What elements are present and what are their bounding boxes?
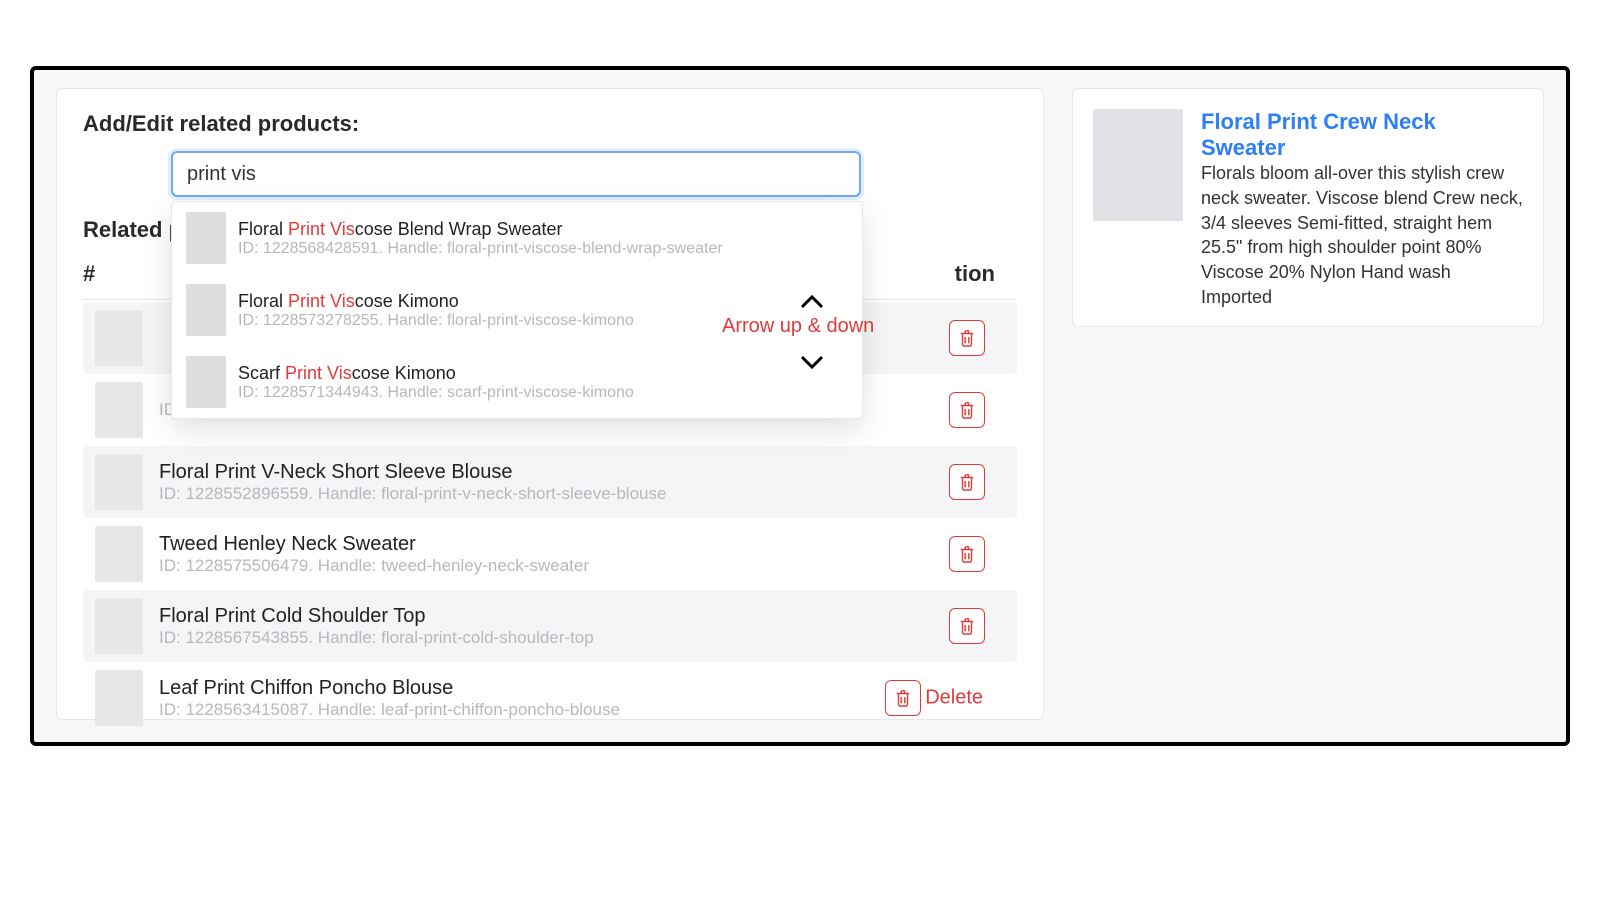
title-post: cose Kimono — [352, 363, 456, 383]
trash-icon — [958, 400, 976, 420]
product-thumb — [186, 284, 226, 336]
autocomplete-item[interactable]: Scarf Print Viscose Kimono ID: 122857134… — [172, 346, 862, 418]
title-pre: Floral — [238, 219, 288, 239]
delete-button[interactable] — [885, 680, 921, 716]
product-info-panel: Floral Print Crew Neck Sweater Florals b… — [1072, 88, 1544, 327]
product-thumb — [95, 526, 143, 582]
delete-button[interactable] — [949, 464, 985, 500]
title-match: Print Vis — [288, 219, 355, 239]
delete-button[interactable] — [949, 608, 985, 644]
product-thumb — [95, 598, 143, 654]
autocomplete-dropdown: Floral Print Viscose Blend Wrap Sweater … — [171, 201, 863, 419]
product-thumb — [95, 382, 143, 438]
search-wrap: Floral Print Viscose Blend Wrap Sweater … — [171, 151, 1017, 197]
related-products-panel: Add/Edit related products: Floral Print … — [56, 88, 1044, 720]
panel-title: Add/Edit related products: — [83, 111, 1017, 137]
table-row[interactable]: Tweed Henley Neck SweaterID: 12285755064… — [83, 518, 1017, 590]
col-action: tion — [955, 261, 995, 287]
product-image — [1093, 109, 1183, 221]
search-input[interactable] — [171, 151, 861, 197]
delete-button[interactable] — [949, 320, 985, 356]
product-name: Tweed Henley Neck Sweater — [159, 533, 1005, 556]
product-thumb — [186, 356, 226, 408]
product-sub: ID: 1228552896559. Handle: floral-print-… — [159, 484, 1005, 504]
title-match: Print Vis — [288, 291, 355, 311]
page-frame: Add/Edit related products: Floral Print … — [30, 66, 1570, 746]
product-name: Floral Print V-Neck Short Sleeve Blouse — [159, 461, 1005, 484]
delete-button[interactable] — [949, 536, 985, 572]
title-match: Print Vis — [285, 363, 352, 383]
product-description: Florals bloom all-over this stylish crew… — [1201, 161, 1523, 310]
delete-label: Delete — [925, 687, 983, 710]
product-thumb — [186, 212, 226, 264]
trash-icon — [958, 616, 976, 636]
autocomplete-sub: ID: 1228573278255. Handle: floral-print-… — [238, 312, 634, 330]
title-pre: Scarf — [238, 363, 285, 383]
table-row[interactable]: Leaf Print Chiffon Poncho BlouseID: 1228… — [83, 662, 1017, 734]
product-thumb — [95, 454, 143, 510]
table-row[interactable]: Floral Print V-Neck Short Sleeve BlouseI… — [83, 446, 1017, 518]
autocomplete-sub: ID: 1228568428591. Handle: floral-print-… — [238, 240, 723, 258]
product-thumb — [95, 670, 143, 726]
product-name: Leaf Print Chiffon Poncho Blouse — [159, 677, 1005, 700]
product-thumb — [95, 310, 143, 366]
delete-button[interactable] — [949, 392, 985, 428]
trash-icon — [958, 472, 976, 492]
chevron-down-icon — [798, 353, 826, 376]
title-post: cose Blend Wrap Sweater — [355, 219, 563, 239]
col-number: # — [83, 261, 171, 287]
autocomplete-sub: ID: 1228571344943. Handle: scarf-print-v… — [238, 384, 634, 402]
annotation-text: Arrow up & down — [722, 315, 874, 338]
product-sub: ID: 1228567543855. Handle: floral-print-… — [159, 628, 1005, 648]
title-pre: Floral — [238, 291, 288, 311]
product-sub: ID: 1228575506479. Handle: tweed-henley-… — [159, 556, 1005, 576]
title-post: cose Kimono — [355, 291, 459, 311]
product-sub: ID: 1228563415087. Handle: leaf-print-ch… — [159, 700, 1005, 720]
trash-icon — [958, 328, 976, 348]
autocomplete-item[interactable]: Floral Print Viscose Blend Wrap Sweater … — [172, 202, 862, 274]
trash-icon — [894, 688, 912, 708]
chevron-up-icon — [798, 293, 826, 316]
trash-icon — [958, 544, 976, 564]
product-title-link[interactable]: Floral Print Crew Neck Sweater — [1201, 109, 1436, 160]
product-name: Floral Print Cold Shoulder Top — [159, 605, 1005, 628]
table-row[interactable]: Floral Print Cold Shoulder TopID: 122856… — [83, 590, 1017, 662]
